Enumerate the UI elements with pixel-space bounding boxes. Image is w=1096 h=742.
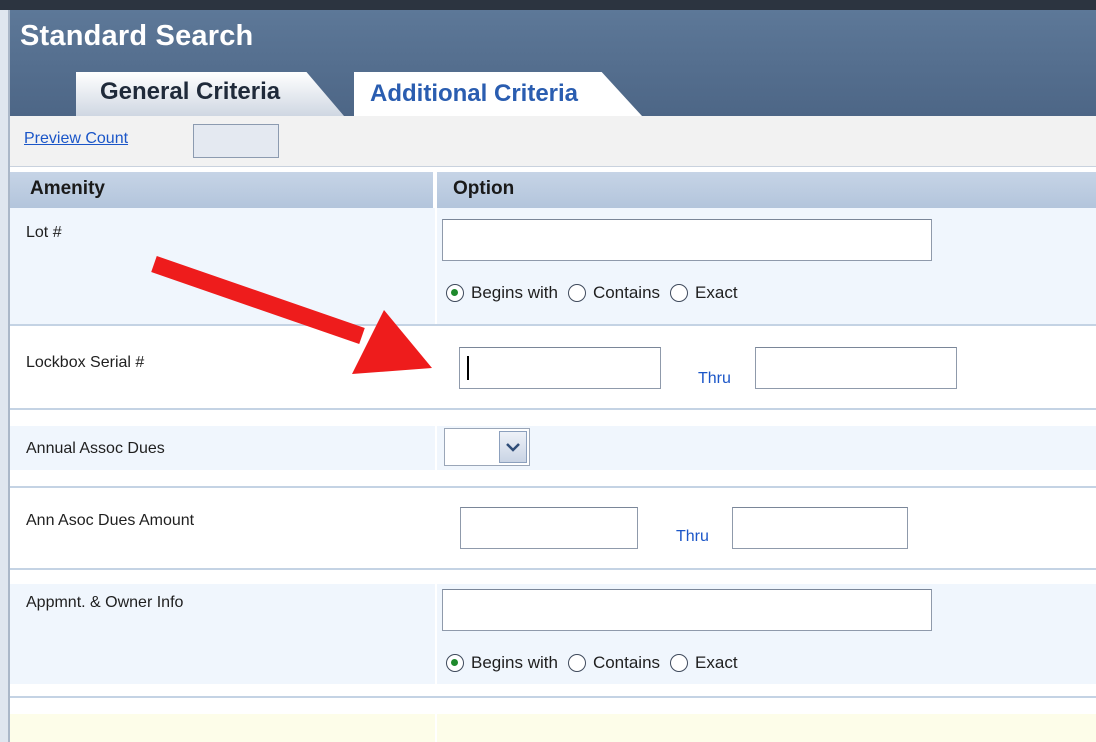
radio-label: Begins with — [471, 653, 558, 672]
row-label-lot: Lot # — [26, 224, 62, 241]
radio-contains[interactable] — [567, 284, 586, 302]
chevron-down-icon[interactable] — [499, 431, 527, 463]
header-bar: Standard Search General Criteria Additio… — [10, 10, 1096, 116]
row-label-annual-assoc-dues: Annual Assoc Dues — [26, 440, 165, 457]
text-cursor — [467, 356, 469, 380]
thru-label: Thru — [698, 370, 731, 387]
row-separator — [10, 408, 1096, 410]
top-strip — [0, 0, 1096, 10]
appmnt-match-options: Begins with Contains Exact — [446, 653, 748, 673]
radio-label: Begins with — [471, 283, 558, 302]
tab-additional-criteria[interactable]: Additional Criteria — [354, 72, 642, 116]
radio-label: Exact — [695, 283, 738, 302]
radio-contains[interactable] — [567, 654, 586, 672]
radio-label: Contains — [592, 653, 661, 672]
page-title: Standard Search — [20, 20, 254, 52]
column-divider — [435, 426, 437, 470]
lockbox-serial-from-input[interactable] — [459, 347, 661, 389]
lot-number-input[interactable] — [442, 219, 932, 261]
column-header-amenity: Amenity — [10, 172, 435, 208]
preview-bar — [10, 116, 1096, 167]
left-border — [0, 10, 10, 742]
radio-exact[interactable] — [670, 284, 689, 302]
column-header-option: Option — [437, 172, 1096, 208]
row-label-appmnt-owner-info: Appmnt. & Owner Info — [26, 594, 184, 611]
radio-begins-with[interactable] — [446, 654, 464, 672]
radio-exact[interactable] — [670, 654, 689, 672]
row-separator — [10, 486, 1096, 488]
row-separator — [10, 568, 1096, 570]
column-divider — [435, 584, 437, 684]
row-label-ann-asoc-dues-amount: Ann Asoc Dues Amount — [26, 512, 195, 529]
radio-label: Contains — [592, 283, 661, 302]
dues-amount-from-input[interactable] — [460, 507, 638, 549]
thru-label: Thru — [676, 528, 709, 545]
lockbox-serial-to-input[interactable] — [755, 347, 957, 389]
appmnt-owner-info-input[interactable] — [442, 589, 932, 631]
preview-count-box — [193, 124, 279, 158]
preview-count-link[interactable]: Preview Count — [24, 130, 128, 148]
row-separator — [10, 696, 1096, 698]
row-label-lockbox-serial: Lockbox Serial # — [26, 354, 145, 371]
annotation-arrow-icon — [151, 255, 432, 374]
radio-label: Exact — [695, 653, 738, 672]
footer-strip — [10, 714, 1096, 742]
table-row — [10, 426, 1096, 470]
lot-match-options: Begins with Contains Exact — [446, 283, 748, 303]
column-divider — [435, 714, 437, 742]
radio-begins-with[interactable] — [446, 284, 464, 302]
dues-amount-to-input[interactable] — [732, 507, 908, 549]
annual-assoc-dues-select[interactable] — [444, 428, 530, 466]
tab-general-criteria[interactable]: General Criteria — [76, 72, 344, 116]
